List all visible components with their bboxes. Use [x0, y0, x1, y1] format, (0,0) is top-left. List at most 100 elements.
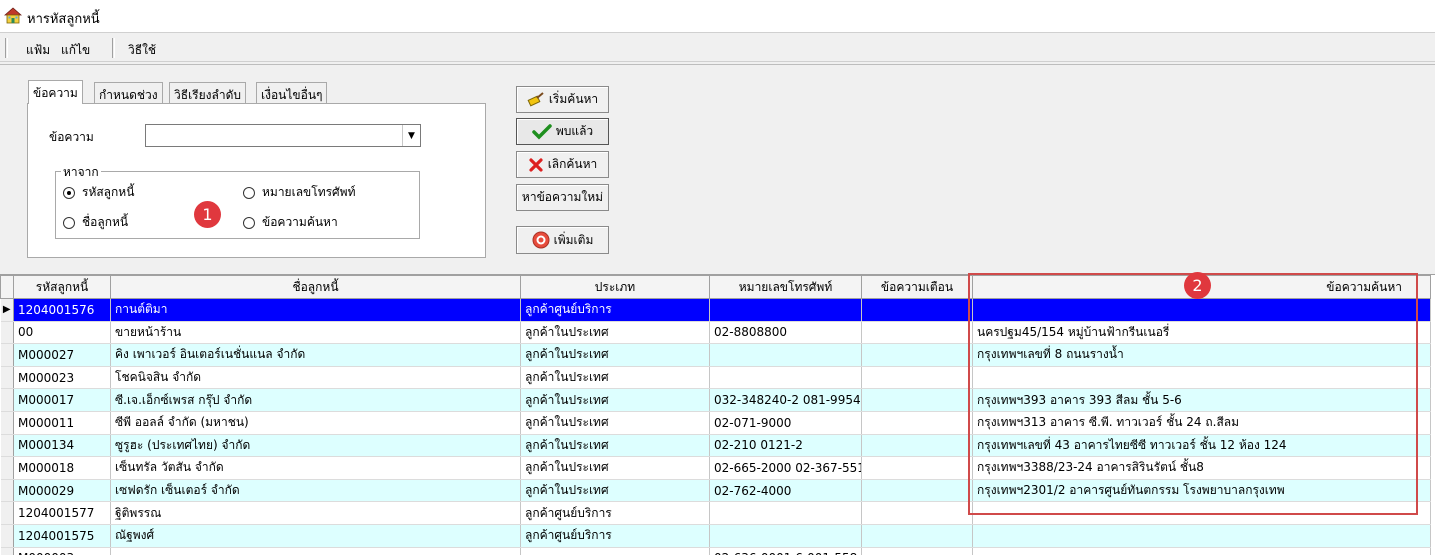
table-cell[interactable]: ซูรูฮะ (ประเทศไทย) จำกัด — [110, 434, 521, 458]
new-search-text-button[interactable]: หาข้อความใหม่ — [516, 184, 609, 211]
table-cell[interactable] — [861, 298, 973, 322]
table-cell[interactable]: 1204001577 — [13, 501, 111, 525]
row-indicator[interactable] — [0, 456, 14, 480]
table-cell[interactable]: กรุงเทพฯ3388/23-24 อาคารสิรินรัตน์ ชั้น8 — [972, 456, 1431, 480]
table-cell[interactable]: ขายหน้าร้าน — [110, 321, 521, 345]
table-cell[interactable] — [709, 501, 862, 525]
table-cell[interactable]: กรุงเทพฯ313 อาคาร ซี.พี. ทาวเวอร์ ชั้น 2… — [972, 411, 1431, 435]
table-cell[interactable]: M000029 — [13, 479, 111, 503]
radio-dot[interactable] — [243, 216, 255, 229]
table-cell[interactable]: 02-665-2000 02-367-551 — [709, 456, 862, 480]
row-indicator[interactable] — [0, 524, 14, 548]
radio-dot[interactable] — [243, 186, 255, 199]
table-cell[interactable] — [861, 524, 973, 548]
table-cell[interactable]: M000134 — [13, 434, 111, 458]
table-cell[interactable]: ลูกค้าในประเทศ — [520, 366, 710, 390]
table-cell[interactable]: 02-636-0001 6-001-558 — [709, 547, 862, 555]
table-cell[interactable] — [972, 524, 1431, 548]
table-cell[interactable]: 1204001575 — [13, 524, 111, 548]
column-header[interactable]: ชื่อลูกหนี้ — [110, 275, 521, 299]
table-cell[interactable]: โชคนิจสิน จำกัด — [110, 366, 521, 390]
table-cell[interactable]: M000018 — [13, 456, 111, 480]
table-row[interactable]: M000027 คิง เพาเวอร์ อินเตอร์เนชั่นแนล จำ… — [0, 343, 1431, 367]
table-cell[interactable]: ณัฐพงศ์ — [110, 524, 521, 548]
table-cell[interactable] — [861, 343, 973, 367]
table-cell[interactable] — [861, 366, 973, 390]
row-indicator[interactable] — [0, 366, 14, 390]
table-cell[interactable]: คิง เพาเวอร์ อินเตอร์เนชั่นแนล จำกัด — [110, 343, 521, 367]
table-cell[interactable]: เซฟดรัก เซ็นเตอร์ จำกัด — [110, 479, 521, 503]
table-cell[interactable]: ซี.เจ.เอ็กซ์เพรส กรุ๊ป จำกัด — [110, 388, 521, 412]
found-button[interactable]: พบแล้ว — [516, 118, 609, 145]
menu-grip[interactable] — [5, 38, 8, 58]
column-header[interactable]: ประเภท — [520, 275, 710, 299]
table-cell[interactable]: ลูกค้าศูนย์บริการ — [520, 524, 710, 548]
table-cell[interactable]: ฐิติพรรณ — [110, 501, 521, 525]
column-header[interactable]: หมายเลขโทรศัพท์ — [709, 275, 862, 299]
radio-dot[interactable] — [63, 216, 75, 229]
table-cell[interactable]: ลูกค้าในประเทศ — [520, 388, 710, 412]
table-cell[interactable]: กรุงเทพฯ2301/2 อาคารศูนย์ทันตกรรม โรงพยา… — [972, 479, 1431, 503]
table-cell[interactable]: M000017 — [13, 388, 111, 412]
menu-file[interactable]: แฟ้ม — [26, 41, 50, 60]
table-row[interactable]: M000134 ซูรูฮะ (ประเทศไทย) จำกัด ลูกค้าในป… — [0, 434, 1431, 458]
table-row[interactable]: 1204001577 ฐิติพรรณ ลูกค้าศูนย์บริการ — [0, 501, 1431, 525]
results-grid[interactable]: รหัสลูกหนี้ ชื่อลูกหนี้ ประเภท หมายเลขโท… — [0, 274, 1435, 555]
table-cell[interactable] — [861, 321, 973, 345]
table-row[interactable]: M000017 ซี.เจ.เอ็กซ์เพรส กรุ๊ป จำกัด ลูกค้… — [0, 388, 1431, 412]
table-cell[interactable] — [861, 547, 973, 555]
table-cell[interactable] — [861, 456, 973, 480]
table-cell[interactable] — [972, 298, 1431, 322]
row-indicator[interactable] — [0, 434, 14, 458]
table-cell[interactable]: ลูกค้าในประเทศ — [520, 411, 710, 435]
more-button[interactable]: เพิ่มเติม — [516, 226, 609, 254]
table-row[interactable]: M000003 02-636-0001 6-001-558 — [0, 547, 1431, 555]
table-cell[interactable]: ลูกค้าในประเทศ — [520, 434, 710, 458]
table-cell[interactable]: กานต์ติมา — [110, 298, 521, 322]
table-cell[interactable]: ลูกค้าในประเทศ — [520, 479, 710, 503]
table-row[interactable]: M000011 ซีพี ออลล์ จำกัด (มหาชน) ลูกค้าในป… — [0, 411, 1431, 435]
row-indicator[interactable] — [0, 411, 14, 435]
cancel-search-button[interactable]: เลิกค้นหา — [516, 151, 609, 178]
chevron-down-icon[interactable]: ▼ — [402, 125, 420, 146]
start-search-button[interactable]: เริ่มค้นหา — [516, 86, 609, 113]
row-indicator[interactable] — [0, 321, 14, 345]
table-cell[interactable]: กรุงเทพฯเลขที่ 43 อาคารไทยซีซี ทาวเวอร์ … — [972, 434, 1431, 458]
table-cell[interactable] — [110, 547, 521, 555]
table-cell[interactable] — [861, 501, 973, 525]
table-cell[interactable] — [861, 479, 973, 503]
table-cell[interactable]: 02-071-9000 — [709, 411, 862, 435]
table-row[interactable]: M000023 โชคนิจสิน จำกัด ลูกค้าในประเทศ — [0, 366, 1431, 390]
table-row[interactable]: 1204001575 ณัฐพงศ์ ลูกค้าศูนย์บริการ — [0, 524, 1431, 548]
table-cell[interactable]: 02-8808800 — [709, 321, 862, 345]
table-cell[interactable]: 1204001576 — [13, 298, 111, 322]
table-cell[interactable]: กรุงเทพฯ393 อาคาร 393 สีลม ชั้น 5-6 — [972, 388, 1431, 412]
table-cell[interactable]: ลูกค้าศูนย์บริการ — [520, 298, 710, 322]
table-cell[interactable] — [709, 343, 862, 367]
table-cell[interactable] — [972, 547, 1431, 555]
table-cell[interactable]: ลูกค้าในประเทศ — [520, 321, 710, 345]
table-cell[interactable]: ลูกค้าศูนย์บริการ — [520, 501, 710, 525]
table-cell[interactable] — [861, 411, 973, 435]
table-cell[interactable]: 032-348240-2 081-99546 — [709, 388, 862, 412]
table-cell[interactable] — [972, 501, 1431, 525]
menu-grip[interactable] — [112, 38, 115, 58]
table-cell[interactable] — [861, 388, 973, 412]
table-cell[interactable]: 00 — [13, 321, 111, 345]
menu-help[interactable]: วิธีใช้ — [128, 41, 156, 60]
tab-other-conditions[interactable]: เงื่อนไขอื่นๆ — [256, 82, 328, 103]
table-cell[interactable]: M000027 — [13, 343, 111, 367]
table-cell[interactable]: 02-762-4000 — [709, 479, 862, 503]
menu-edit[interactable]: แก้ไข — [61, 41, 90, 60]
table-cell[interactable] — [520, 547, 710, 555]
row-indicator[interactable] — [0, 388, 14, 412]
table-cell[interactable]: ลูกค้าในประเทศ — [520, 343, 710, 367]
table-cell[interactable]: เซ็นทรัล วัตสัน จำกัด — [110, 456, 521, 480]
table-cell[interactable]: M000003 — [13, 547, 111, 555]
table-cell[interactable]: M000011 — [13, 411, 111, 435]
table-cell[interactable]: กรุงเทพฯเลขที่ 8 ถนนรางน้ำ — [972, 343, 1431, 367]
table-row[interactable]: M000018 เซ็นทรัล วัตสัน จำกัด ลูกค้าในประเ… — [0, 456, 1431, 480]
radio-dot[interactable] — [63, 186, 75, 199]
current-row-arrow-icon[interactable]: ▶ — [0, 298, 14, 322]
search-text-combobox[interactable]: ▼ — [145, 124, 421, 147]
